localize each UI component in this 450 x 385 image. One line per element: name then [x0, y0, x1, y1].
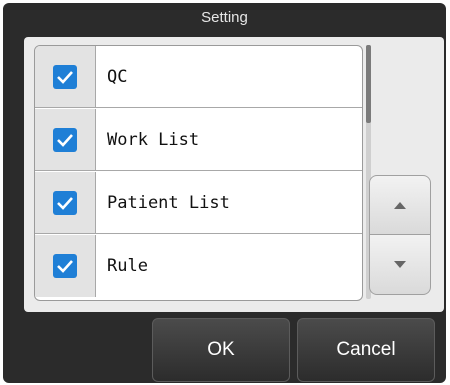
- scroll-up-button[interactable]: [369, 175, 431, 235]
- triangle-down-icon: [394, 260, 406, 268]
- checkbox-cell[interactable]: [35, 109, 96, 170]
- scroll-down-button[interactable]: [369, 235, 431, 295]
- triangle-up-icon: [394, 202, 406, 209]
- setting-dialog: Setting QC Work List Patient List Rule O…: [3, 3, 446, 383]
- dialog-title: Setting: [201, 9, 248, 26]
- checkbox-work-list[interactable]: [53, 128, 77, 152]
- checkmark-icon: [57, 197, 73, 210]
- settings-panel: QC Work List Patient List Rule: [24, 37, 444, 312]
- checkbox-cell[interactable]: [35, 172, 96, 233]
- checkbox-cell[interactable]: [35, 235, 96, 297]
- list-item[interactable]: Patient List: [35, 172, 362, 234]
- checkmark-icon: [57, 71, 73, 84]
- list-item[interactable]: QC: [35, 46, 362, 108]
- list-item-label: Work List: [107, 129, 200, 150]
- settings-list: QC Work List Patient List Rule: [34, 45, 363, 301]
- checkmark-icon: [57, 260, 73, 273]
- ok-button[interactable]: OK: [152, 318, 290, 382]
- list-item-label: Rule: [107, 256, 148, 276]
- list-item-label: Patient List: [107, 192, 230, 213]
- checkmark-icon: [57, 134, 73, 147]
- checkbox-cell[interactable]: [35, 46, 96, 107]
- checkbox-rule[interactable]: [53, 254, 77, 278]
- list-item[interactable]: Rule: [35, 235, 362, 297]
- cancel-button[interactable]: Cancel: [297, 318, 435, 382]
- checkbox-qc[interactable]: [53, 65, 77, 89]
- list-item-label: QC: [107, 66, 128, 87]
- checkbox-patient-list[interactable]: [53, 191, 77, 215]
- list-item[interactable]: Work List: [35, 109, 362, 171]
- scrollbar-thumb[interactable]: [366, 45, 371, 123]
